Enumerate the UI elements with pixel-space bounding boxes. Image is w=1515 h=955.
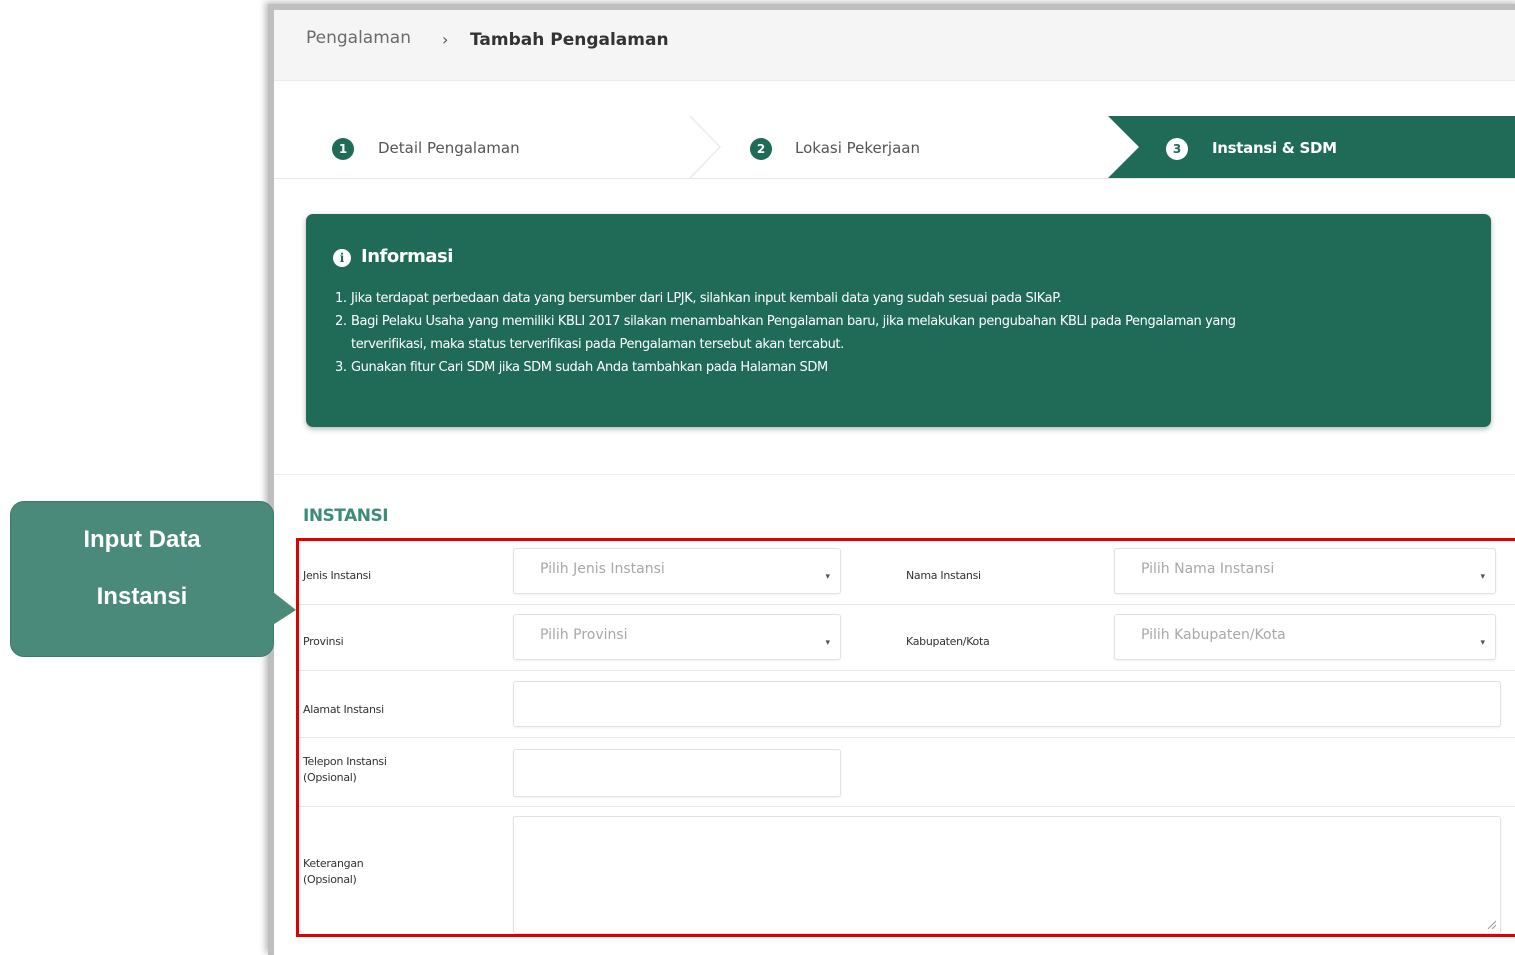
step-lokasi-pekerjaan[interactable]: 2 Lokasi Pekerjaan: [274, 116, 1104, 178]
callout-pointer-icon: [268, 588, 296, 628]
step-label: Instansi & SDM: [1212, 139, 1337, 157]
wizard-steps: 1 Detail Pengalaman 2 Lokasi Pekerjaan 3…: [274, 116, 1515, 179]
section-title: INSTANSI: [303, 506, 389, 526]
list-item: 2. Bagi Pelaku Usaha yang memiliki KBLI 2…: [335, 314, 1236, 329]
breadcrumb: Pengalaman › Tambah Pengalaman: [274, 10, 1515, 81]
info-icon: i: [333, 249, 351, 267]
step-active-notch-icon: [1108, 116, 1139, 178]
callout-box: Input Data Instansi: [10, 501, 274, 657]
information-panel: i Informasi 1. Jika terdapat perbedaan da…: [306, 214, 1491, 427]
breadcrumb-separator-icon: ›: [442, 30, 449, 49]
list-item: 3. Gunakan fitur Cari SDM jika SDM sudah …: [335, 360, 828, 375]
info-title: Informasi: [361, 246, 453, 267]
step-number-badge: 2: [750, 138, 772, 160]
list-item-continuation: terverifikasi, maka status terverifikasi…: [351, 337, 844, 352]
callout-line-2: Instansi: [96, 583, 188, 610]
info-list: 1. Jika terdapat perbedaan data yang bers…: [335, 287, 1445, 379]
step-instansi-sdm[interactable]: 3 Instansi & SDM: [1108, 116, 1515, 178]
callout-line-1: Input Data: [83, 526, 201, 553]
list-item: 1. Jika terdapat perbedaan data yang bers…: [335, 291, 1062, 306]
breadcrumb-current: Tambah Pengalaman: [470, 30, 669, 50]
highlight-box: [296, 538, 1515, 937]
step-label: Lokasi Pekerjaan: [795, 139, 920, 157]
section-divider: [274, 474, 1515, 475]
step-number-badge: 3: [1166, 138, 1188, 160]
breadcrumb-parent-link[interactable]: Pengalaman: [306, 28, 411, 48]
